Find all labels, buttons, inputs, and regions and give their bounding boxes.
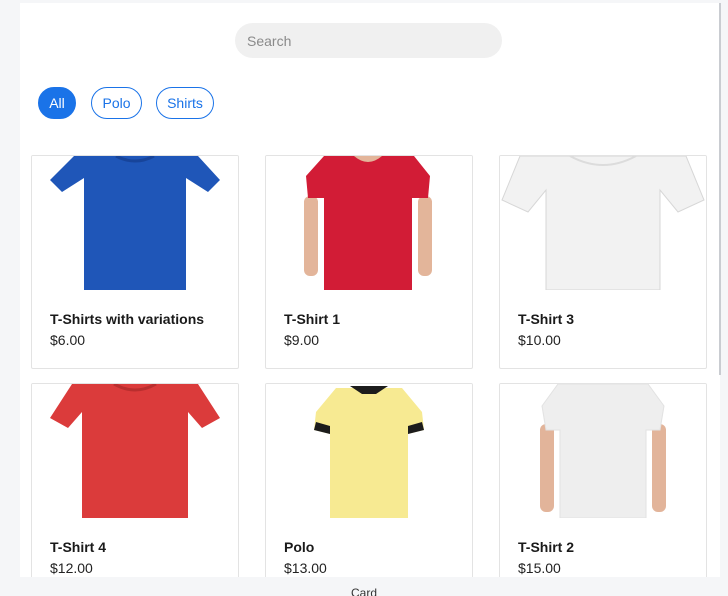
product-price: $12.00: [50, 560, 93, 576]
product-name: T-Shirt 1: [284, 311, 341, 327]
product-name: T-Shirt 4: [50, 539, 107, 555]
product-card[interactable]: T-Shirts with variations $6.00: [31, 155, 239, 369]
blue-tshirt-image: [32, 156, 238, 290]
product-price: $15.00: [518, 560, 561, 576]
product-card[interactable]: T-Shirt 1 $9.00: [265, 155, 473, 369]
filter-chip-polo[interactable]: Polo: [91, 87, 142, 119]
product-card[interactable]: T-Shirt 3 $10.00: [499, 155, 707, 369]
product-name: Polo: [284, 539, 315, 555]
product-card[interactable]: T-Shirt 4 $12.00: [31, 383, 239, 577]
product-price: $6.00: [50, 332, 86, 348]
red-tshirt-image: [32, 384, 238, 518]
product-name: T-Shirt 3: [518, 311, 575, 327]
filter-chip-shirts[interactable]: Shirts: [156, 87, 214, 119]
product-card[interactable]: Polo $13.00: [265, 383, 473, 577]
search-input[interactable]: [235, 23, 502, 58]
product-card[interactable]: T-Shirt 2 $15.00: [499, 383, 707, 577]
filter-chip-all[interactable]: All: [38, 87, 76, 119]
yellow-polo-image: [266, 384, 472, 518]
white-tshirt-model-image: [500, 384, 706, 518]
product-panel: All Polo Shirts T-Shirts with variations…: [20, 3, 720, 577]
product-name: T-Shirt 2: [518, 539, 575, 555]
product-price: $10.00: [518, 332, 561, 348]
product-name: T-Shirts with variations: [50, 311, 205, 327]
footer-caption: Card: [0, 577, 728, 596]
product-price: $13.00: [284, 560, 327, 576]
product-price: $9.00: [284, 332, 320, 348]
scrollbar[interactable]: [719, 3, 721, 375]
red-tshirt-model-image: [266, 156, 472, 290]
white-tshirt-image: [500, 156, 706, 290]
